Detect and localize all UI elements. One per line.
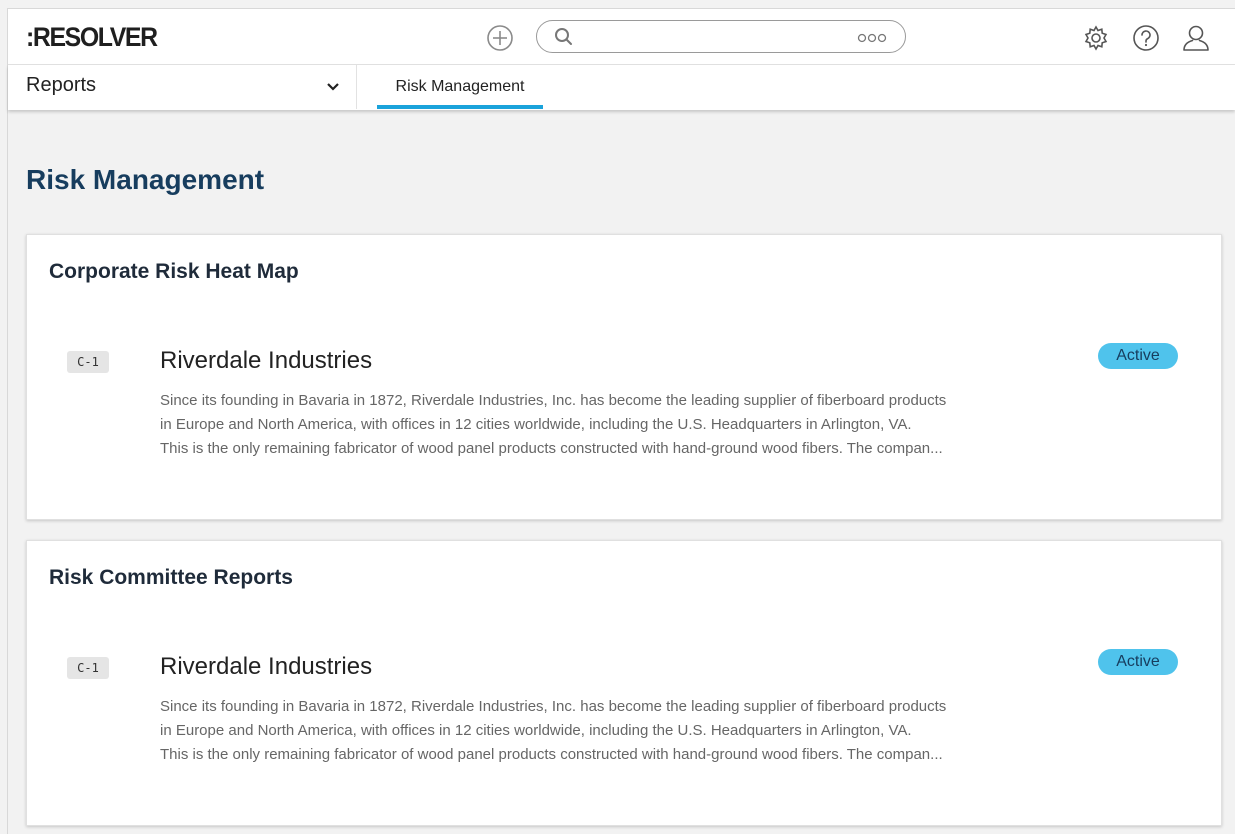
tab-risk-management[interactable]: Risk Management [377,65,543,109]
user-profile-button[interactable] [1180,22,1212,54]
item-description: Since its founding in Bavaria in 1872, R… [160,695,1040,767]
description-line: Since its founding in Bavaria in 1872, R… [160,698,947,715]
workspace-dropdown[interactable]: Reports [8,65,357,109]
description-line: This is the only remaining fabricator of… [160,746,943,763]
list-item[interactable]: C-1 Riverdale Industries Since its found… [27,327,1221,477]
help-icon [1133,25,1159,51]
app-frame: :RESOLVER Reports Risk Management Risk M… [7,8,1235,834]
search-input[interactable] [579,25,839,49]
section-title: Corporate Risk Heat Map [49,260,299,283]
search-icon [555,28,572,45]
page-title: Risk Management [26,164,265,195]
status-badge: Active [1098,649,1178,675]
help-button[interactable] [1130,22,1162,54]
description-line: Since its founding in Bavaria in 1872, R… [160,392,947,409]
settings-button[interactable] [1080,22,1112,54]
item-description: Since its founding in Bavaria in 1872, R… [160,389,1040,461]
workspace-dropdown-label: Reports [26,74,97,96]
active-tab-indicator [377,105,543,109]
plus-circle-icon [487,25,513,51]
section-title: Risk Committee Reports [49,566,293,589]
code-badge: C-1 [67,351,109,373]
nav-bar: Reports Risk Management [8,65,1235,110]
description-line: in Europe and North America, with office… [160,722,912,739]
resolver-logo[interactable]: :RESOLVER [26,22,158,53]
report-section-card: Risk Committee Reports C-1 Riverdale Ind… [26,540,1222,826]
add-button[interactable] [486,24,514,52]
more-icon[interactable] [857,33,887,43]
list-item[interactable]: C-1 Riverdale Industries Since its found… [27,633,1221,783]
chevron-down-icon [327,83,339,91]
search-bar[interactable] [536,20,906,53]
status-badge: Active [1098,343,1178,369]
item-name: Riverdale Industries [160,347,373,374]
top-header: :RESOLVER [8,9,1235,65]
report-section-card: Corporate Risk Heat Map C-1 Riverdale In… [26,234,1222,520]
user-icon [1183,25,1209,51]
gear-icon [1084,25,1108,51]
code-badge: C-1 [67,657,109,679]
item-name: Riverdale Industries [160,653,373,680]
description-line: This is the only remaining fabricator of… [160,440,943,457]
description-line: in Europe and North America, with office… [160,416,912,433]
tab-label: Risk Management [395,78,525,95]
